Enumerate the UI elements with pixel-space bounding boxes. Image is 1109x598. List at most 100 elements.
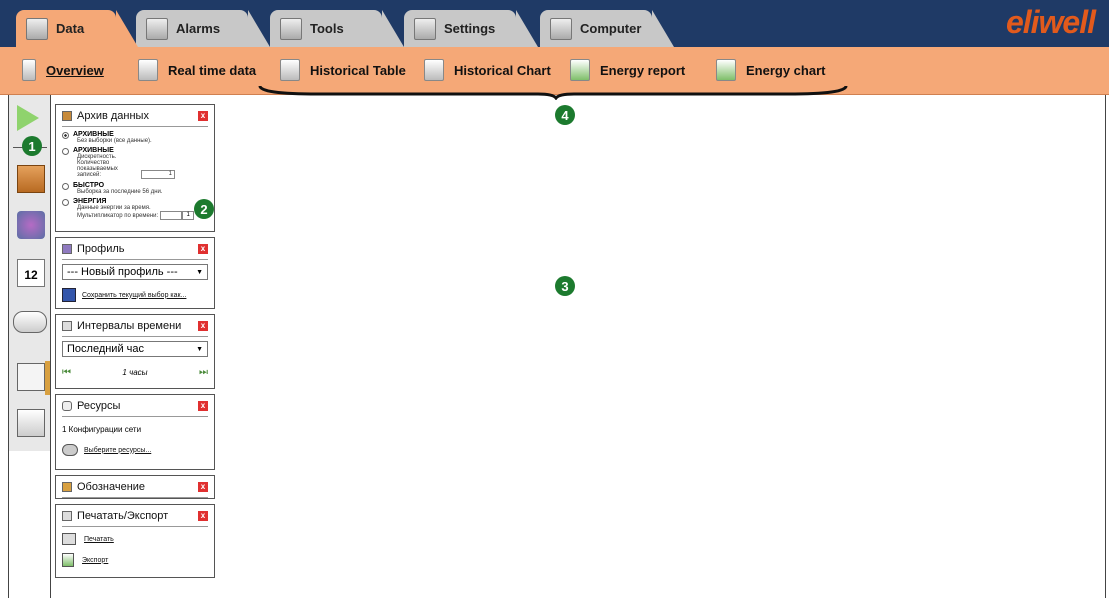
close-icon[interactable]: x — [198, 243, 208, 254]
radio-button[interactable] — [62, 182, 69, 190]
save-disk-icon — [62, 288, 76, 302]
printer-small-icon — [62, 510, 72, 521]
tab-tools[interactable]: Tools — [270, 10, 404, 47]
option-name: АРХИВНЫЕ — [73, 131, 114, 138]
subnav-real-time-data[interactable]: Real time data — [138, 59, 256, 81]
archive-option-fast[interactable]: БЫСТРО Выборка за последние 56 дни. — [62, 182, 208, 195]
drive-icon[interactable] — [13, 311, 47, 333]
select-resources-row[interactable]: Выберите ресурсы... — [62, 444, 208, 456]
annotation-badge-3: 3 — [555, 276, 575, 296]
archive-title: Архив данных — [77, 109, 149, 122]
print-panel-header: Печатать/Экспорт x — [62, 505, 208, 527]
annotation-badge-4: 4 — [555, 105, 575, 125]
export-row[interactable]: Экспорт — [62, 553, 208, 567]
subnav-real-time-label: Real time data — [168, 62, 257, 78]
subnav-historical-chart[interactable]: Historical Chart — [424, 59, 551, 81]
option-extra-label: Количество показываемых записей: — [77, 160, 118, 178]
legend-title: Обозначение — [77, 480, 146, 493]
resources-panel-header: Ресурсы x — [62, 395, 208, 417]
radio-button[interactable] — [62, 148, 69, 155]
archive-panel: Архив данных x АРХИВНЫЕ Без выборки (все … — [55, 104, 215, 232]
print-export-panel: Печатать/Экспорт x Печатать Экспорт — [55, 504, 215, 578]
archive-cabinet-icon[interactable] — [17, 165, 45, 193]
records-count-value: 1 — [168, 170, 172, 177]
interval-select[interactable]: Последний час ▼ — [62, 341, 208, 357]
disk-icon — [280, 59, 300, 81]
print-link[interactable]: Печатать — [84, 536, 114, 543]
interval-step-label: 1 часы — [122, 368, 148, 377]
network-config-text: 1 Конфигурации сети — [62, 425, 142, 434]
tab-data-label: Data — [56, 21, 85, 36]
archive-panel-header: Архив данных x — [62, 105, 208, 127]
intervals-title: Интервалы времени — [77, 319, 182, 332]
archive-option-energy[interactable]: ЭНЕРГИЯ Данные энергии за время. Мультипл… — [62, 198, 208, 220]
subnav-energy-chart[interactable]: Energy chart — [716, 59, 825, 81]
subnav-historical-table[interactable]: Historical Table — [280, 59, 406, 81]
save-profile-row[interactable]: Сохранить текущий выбор как... — [62, 288, 208, 302]
network-drive-icon — [62, 444, 78, 456]
select-resources-link[interactable]: Выберите ресурсы... — [84, 447, 151, 454]
time-multiplier-value: 1 — [182, 210, 195, 220]
clock-icon — [138, 59, 158, 81]
print-title: Печатать/Экспорт — [77, 509, 169, 522]
profile-panel: Профиль x --- Новый профиль --- ▼ Сохрани… — [55, 237, 215, 309]
tab-settings-label: Settings — [444, 21, 496, 36]
close-icon[interactable]: x — [198, 110, 208, 121]
energy-chart-icon — [716, 59, 736, 81]
legend-panel-header: Обозначение x — [62, 476, 208, 498]
tab-computer-label: Computer — [580, 21, 642, 36]
close-icon[interactable]: x — [198, 481, 208, 492]
play-button[interactable] — [17, 105, 45, 133]
resources-title: Ресурсы — [77, 399, 121, 412]
step-forward-icon[interactable]: ⏭ — [199, 367, 208, 378]
interval-stepper: ⏮ 1 часы ⏭ — [62, 367, 208, 378]
subnav-energy-report[interactable]: Energy report — [570, 59, 685, 81]
archive-option-all[interactable]: АРХИВНЫЕ Без выборки (все данные). — [62, 131, 208, 144]
interval-select-value: Последний час — [67, 343, 145, 355]
option-name: ЭНЕРГИЯ — [73, 197, 107, 205]
close-icon[interactable]: x — [198, 510, 208, 521]
profile-book-icon[interactable] — [17, 211, 45, 239]
profile-select[interactable]: --- Новый профиль --- ▼ — [62, 264, 208, 280]
save-profile-link[interactable]: Сохранить текущий выбор как... — [82, 292, 186, 299]
calendar-icon[interactable]: 12 — [17, 259, 45, 287]
tab-data[interactable]: Data — [16, 10, 138, 47]
top-tab-bar: Data Alarms Tools Settings Computer eliw… — [0, 0, 1109, 47]
tab-alarms[interactable]: Alarms — [136, 10, 270, 47]
subnav-historical-table-label: Historical Table — [310, 62, 406, 78]
play-icon — [17, 105, 39, 131]
alarm-icon — [146, 17, 168, 40]
subnav-energy-chart-label: Energy chart — [746, 62, 826, 78]
printer-icon[interactable] — [17, 409, 45, 437]
chart-legend-icon[interactable] — [17, 363, 45, 391]
radio-button[interactable] — [62, 132, 69, 139]
energy-icon — [570, 59, 590, 81]
archive-option-discrete[interactable]: АРХИВНЫЕ Дискретность. Количество показыв… — [62, 147, 208, 179]
step-back-icon[interactable]: ⏮ — [62, 367, 71, 378]
radio-button[interactable] — [62, 198, 69, 206]
chart-icon — [424, 59, 444, 81]
close-icon[interactable]: x — [198, 400, 208, 411]
eliwell-logo: eliwell — [1005, 4, 1096, 40]
export-link[interactable]: Экспорт — [82, 557, 108, 564]
legend-icon — [62, 481, 72, 492]
chevron-down-icon: ▼ — [196, 268, 203, 276]
tab-settings[interactable]: Settings — [404, 10, 538, 47]
print-row[interactable]: Печатать — [62, 533, 208, 545]
option-extra-label: Мультипликатор по времени: — [77, 213, 159, 219]
archive-icon — [62, 110, 72, 121]
overview-icon — [22, 59, 36, 81]
left-toolbar: 12 — [8, 95, 51, 598]
annotation-badge-2: 2 — [194, 199, 214, 219]
records-count-input[interactable]: 1 — [141, 169, 175, 179]
subnav-overview[interactable]: Overview — [22, 59, 104, 81]
option-name: АРХИВНЫЕ — [73, 147, 114, 154]
time-multiplier-input[interactable] — [160, 210, 183, 220]
close-icon[interactable]: x — [198, 320, 208, 331]
settings-icon — [414, 17, 436, 40]
drive-small-icon — [62, 400, 72, 411]
intervals-panel-header: Интервалы времени x — [62, 315, 208, 337]
subnav-energy-report-label: Energy report — [600, 62, 686, 78]
option-desc: Выборка за последние 56 дни. — [77, 188, 163, 195]
tab-computer[interactable]: Computer — [540, 10, 674, 47]
